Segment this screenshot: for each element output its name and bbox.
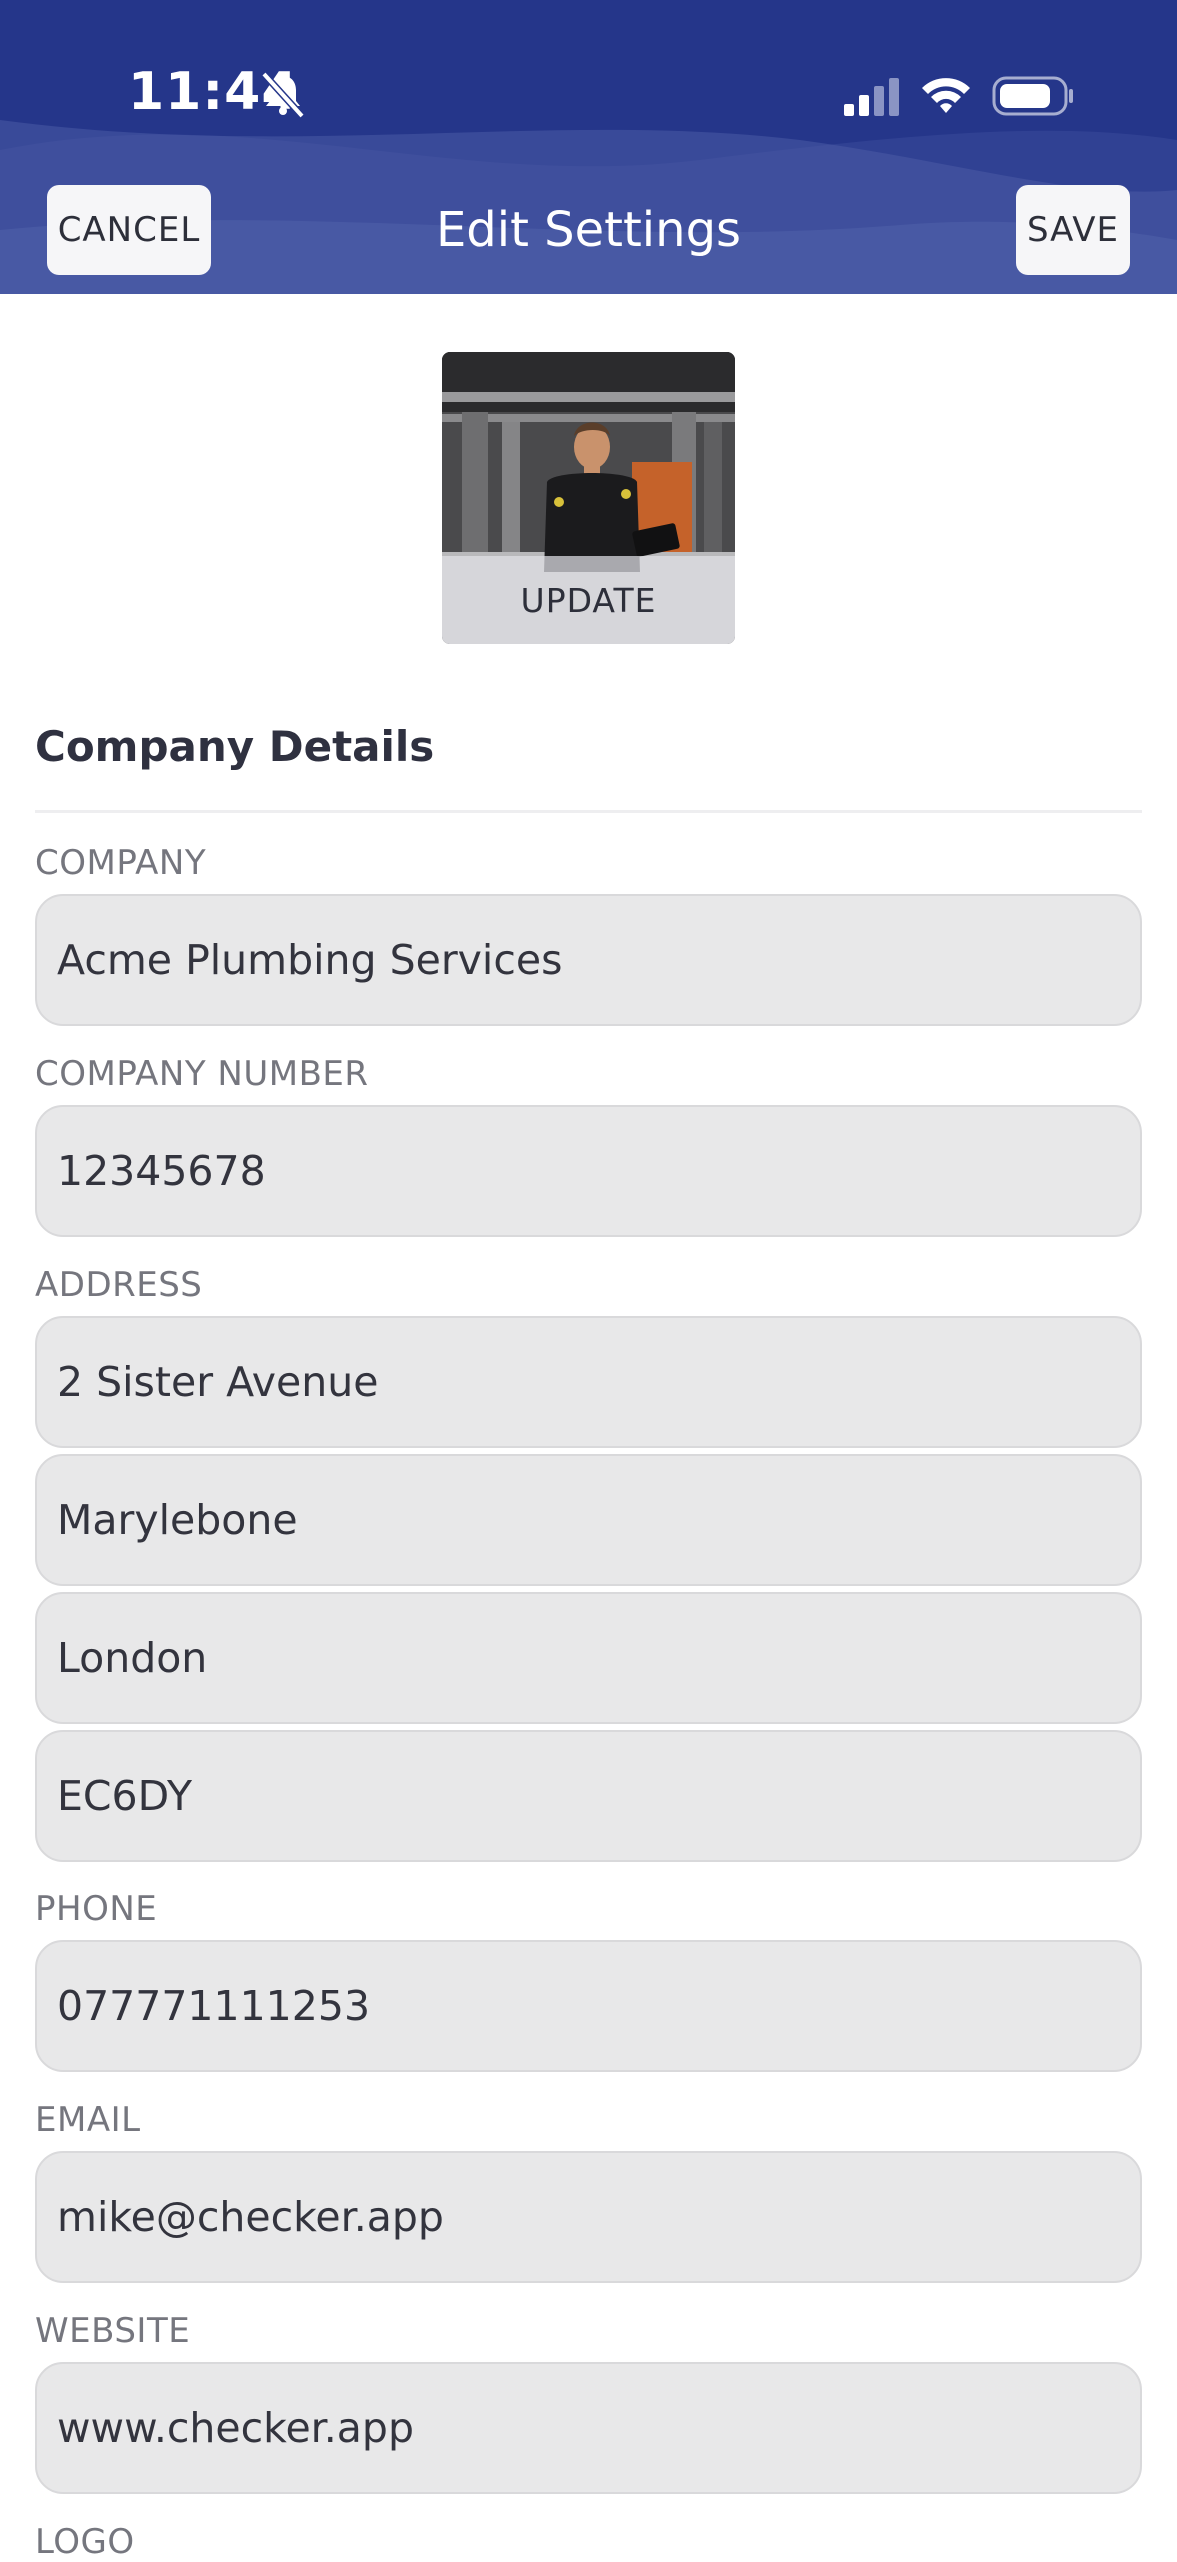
company-number-label: COMPANY NUMBER bbox=[35, 1054, 369, 1094]
wifi-icon bbox=[922, 78, 970, 113]
company-number-field[interactable]: 12345678 bbox=[35, 1105, 1142, 1237]
page-title: Edit Settings bbox=[435, 202, 742, 258]
logo-label: LOGO bbox=[35, 2522, 135, 2562]
postcode-field[interactable]: EC6DY bbox=[35, 1730, 1142, 1862]
profile-photo[interactable]: UPDATE bbox=[442, 352, 735, 644]
section-divider bbox=[35, 810, 1142, 813]
bell-slash-icon bbox=[261, 71, 305, 119]
company-label: COMPANY bbox=[35, 843, 207, 883]
cellular-signal-icon bbox=[844, 78, 899, 116]
company-field[interactable]: Acme Plumbing Services bbox=[35, 894, 1142, 1026]
phone-field[interactable]: 077771111253 bbox=[35, 1940, 1142, 2072]
app-header: 11:44 CANCEL Edit Settings SAVE bbox=[0, 0, 1177, 294]
website-label: WEBSITE bbox=[35, 2311, 191, 2351]
status-bar: 11:44 bbox=[0, 0, 1177, 190]
email-label: EMAIL bbox=[35, 2100, 141, 2140]
email-field[interactable]: mike@checker.app bbox=[35, 2151, 1142, 2283]
address-label: ADDRESS bbox=[35, 1265, 203, 1305]
phone-label: PHONE bbox=[35, 1889, 158, 1929]
section-title: Company Details bbox=[35, 722, 435, 771]
address-line1-field[interactable]: 2 Sister Avenue bbox=[35, 1316, 1142, 1448]
save-button[interactable]: SAVE bbox=[1016, 185, 1130, 275]
cancel-button[interactable]: CANCEL bbox=[47, 185, 211, 275]
website-field[interactable]: www.checker.app bbox=[35, 2362, 1142, 2494]
address-line3-field[interactable]: London bbox=[35, 1592, 1142, 1724]
battery-icon bbox=[992, 76, 1073, 116]
address-line2-field[interactable]: Marylebone bbox=[35, 1454, 1142, 1586]
update-photo-button[interactable]: UPDATE bbox=[442, 556, 735, 644]
